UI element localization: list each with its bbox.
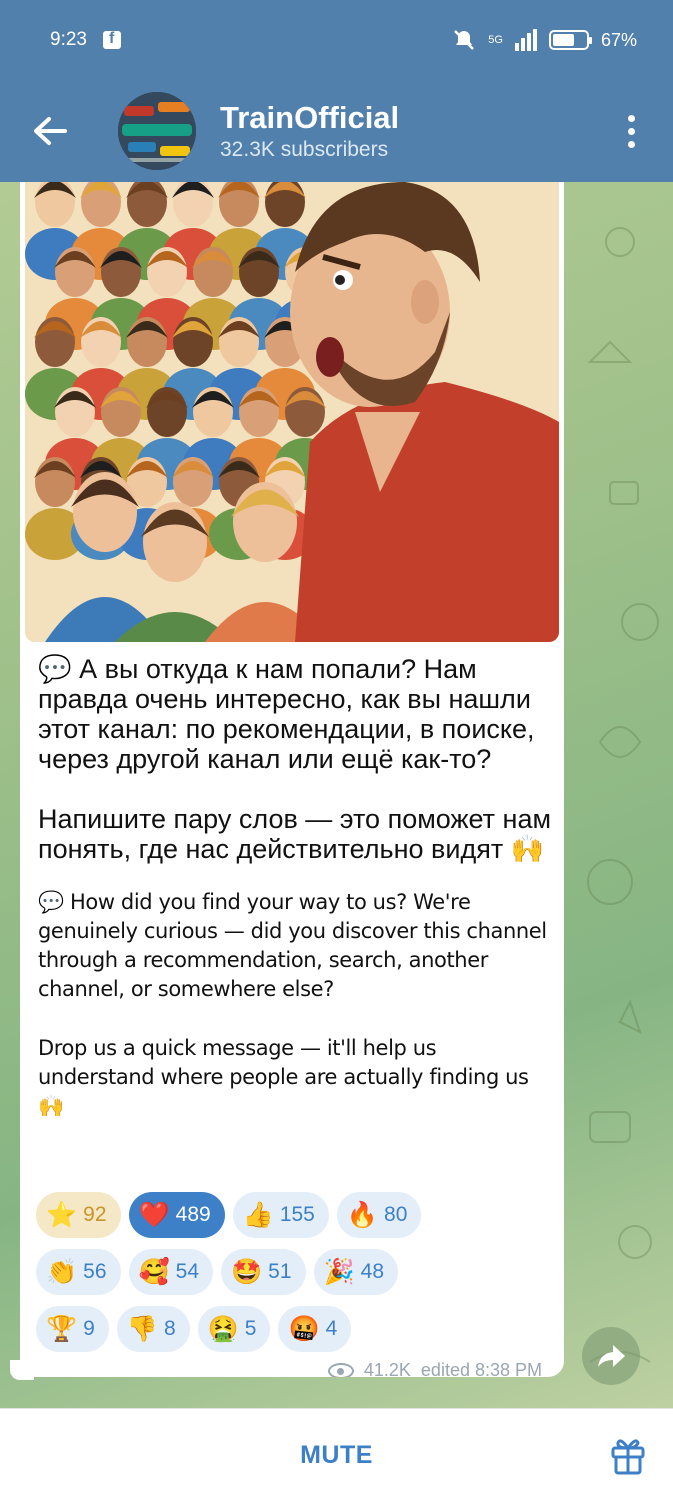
more-options-button[interactable] — [601, 80, 661, 182]
reaction-vomit[interactable]: 🤮 5 — [197, 1306, 271, 1352]
status-bar: 9:23 5G 67% — [0, 0, 673, 80]
facebook-notification-icon — [102, 30, 121, 49]
reaction-count: 56 — [83, 1260, 107, 1283]
reaction-fire[interactable]: 🔥 80 — [336, 1192, 422, 1238]
share-button[interactable] — [582, 1327, 640, 1385]
smiling-hearts-icon: 🥰 — [138, 1257, 170, 1286]
reaction-count: 155 — [279, 1203, 315, 1226]
heart-icon: ❤️ — [138, 1200, 170, 1229]
bottom-bar: MUTE — [0, 1408, 673, 1500]
star-struck-icon: 🤩 — [231, 1257, 263, 1286]
cursing-face-icon: 🤬 — [288, 1314, 320, 1343]
back-button[interactable] — [0, 80, 100, 182]
signal-icon — [514, 29, 537, 51]
thumbs-down-icon: 👎 — [126, 1314, 158, 1343]
reaction-count: 5 — [244, 1317, 257, 1340]
reaction-trophy[interactable]: 🏆 9 — [36, 1306, 109, 1352]
mute-bell-icon — [454, 30, 475, 50]
reaction-clap[interactable]: 👏 56 — [36, 1249, 121, 1295]
reaction-count: 4 — [325, 1317, 338, 1340]
reaction-heart[interactable]: ❤️ 489 — [128, 1192, 225, 1238]
reaction-cursing[interactable]: 🤬 4 — [278, 1306, 352, 1352]
post-image[interactable] — [25, 182, 559, 642]
gift-icon[interactable] — [610, 1435, 646, 1475]
reaction-count: 489 — [175, 1203, 211, 1226]
fire-icon: 🔥 — [346, 1200, 379, 1229]
vomit-face-icon: 🤮 — [207, 1314, 239, 1343]
reaction-star-struck[interactable]: 🤩 51 — [221, 1249, 306, 1295]
post-ru-paragraph-1: 💬 А вы откуда к нам попали? Нам правда о… — [38, 654, 535, 774]
status-icons: 5G 67% — [452, 28, 637, 52]
eye-icon — [327, 1362, 354, 1377]
star-icon: ⭐ — [46, 1200, 78, 1229]
message-bubble[interactable]: 💬 А вы откуда к нам попали? Нам правда о… — [20, 182, 564, 1377]
subscriber-count: 32.3K subscribers — [220, 138, 389, 161]
chat-area[interactable]: 💬 А вы откуда к нам попали? Нам правда о… — [0, 182, 673, 1408]
arrow-left-icon — [34, 117, 67, 145]
channel-avatar[interactable] — [118, 92, 196, 170]
status-time: 9:23 — [50, 29, 87, 50]
thumbs-up-icon: 👍 — [242, 1200, 274, 1229]
message-meta: 41.2K edited 8:38 PM — [327, 1360, 542, 1377]
trophy-icon: 🏆 — [46, 1314, 78, 1343]
share-arrow-icon — [598, 1345, 625, 1367]
battery-percent: 67% — [600, 29, 637, 50]
party-popper-icon: 🎉 — [323, 1257, 355, 1286]
channel-name[interactable]: TrainOfficial — [220, 100, 399, 136]
reaction-star[interactable]: ⭐ 92 — [36, 1192, 121, 1238]
reaction-count: 80 — [384, 1203, 408, 1226]
reaction-count: 54 — [175, 1260, 199, 1283]
battery-icon — [548, 30, 592, 50]
reaction-count: 48 — [360, 1260, 384, 1283]
view-count: 41.2K — [363, 1360, 411, 1377]
reactions-bar: ⭐ 92 ❤️ 489 👍 155 🔥 80 👏 56 🥰 54 🤩 51 🎉 48 🏆 9 👎 8… — [36, 1192, 556, 1363]
reaction-thumbs-up[interactable]: 👍 155 — [232, 1192, 329, 1238]
edited-timestamp: edited 8:38 PM — [420, 1360, 542, 1377]
reaction-smiling-hearts[interactable]: 🥰 54 — [128, 1249, 213, 1295]
post-ru-paragraph-2: Напишите пару слов — это поможет нам пон… — [38, 804, 552, 864]
reaction-count: 92 — [83, 1203, 107, 1226]
reaction-count: 51 — [268, 1260, 292, 1283]
clap-icon: 👏 — [46, 1257, 78, 1286]
post-en-paragraph-2: Drop us a quick message — it'll help us … — [38, 1036, 529, 1118]
reaction-party[interactable]: 🎉 48 — [313, 1249, 398, 1295]
more-dot — [627, 140, 635, 148]
network-type: 5G — [488, 34, 503, 46]
mute-button[interactable]: MUTE — [0, 1409, 673, 1500]
post-text: 💬 А вы откуда к нам попали? Нам правда о… — [38, 654, 553, 1121]
more-dot — [627, 127, 635, 135]
reaction-count: 8 — [163, 1317, 176, 1340]
post-en-paragraph-1: 💬 How did you find your way to us? We're… — [38, 890, 547, 1001]
reaction-thumbs-down[interactable]: 👎 8 — [116, 1306, 190, 1352]
reaction-count: 9 — [83, 1317, 95, 1340]
more-dot — [627, 114, 635, 122]
channel-header: TrainOfficial 32.3K subscribers — [0, 80, 673, 182]
